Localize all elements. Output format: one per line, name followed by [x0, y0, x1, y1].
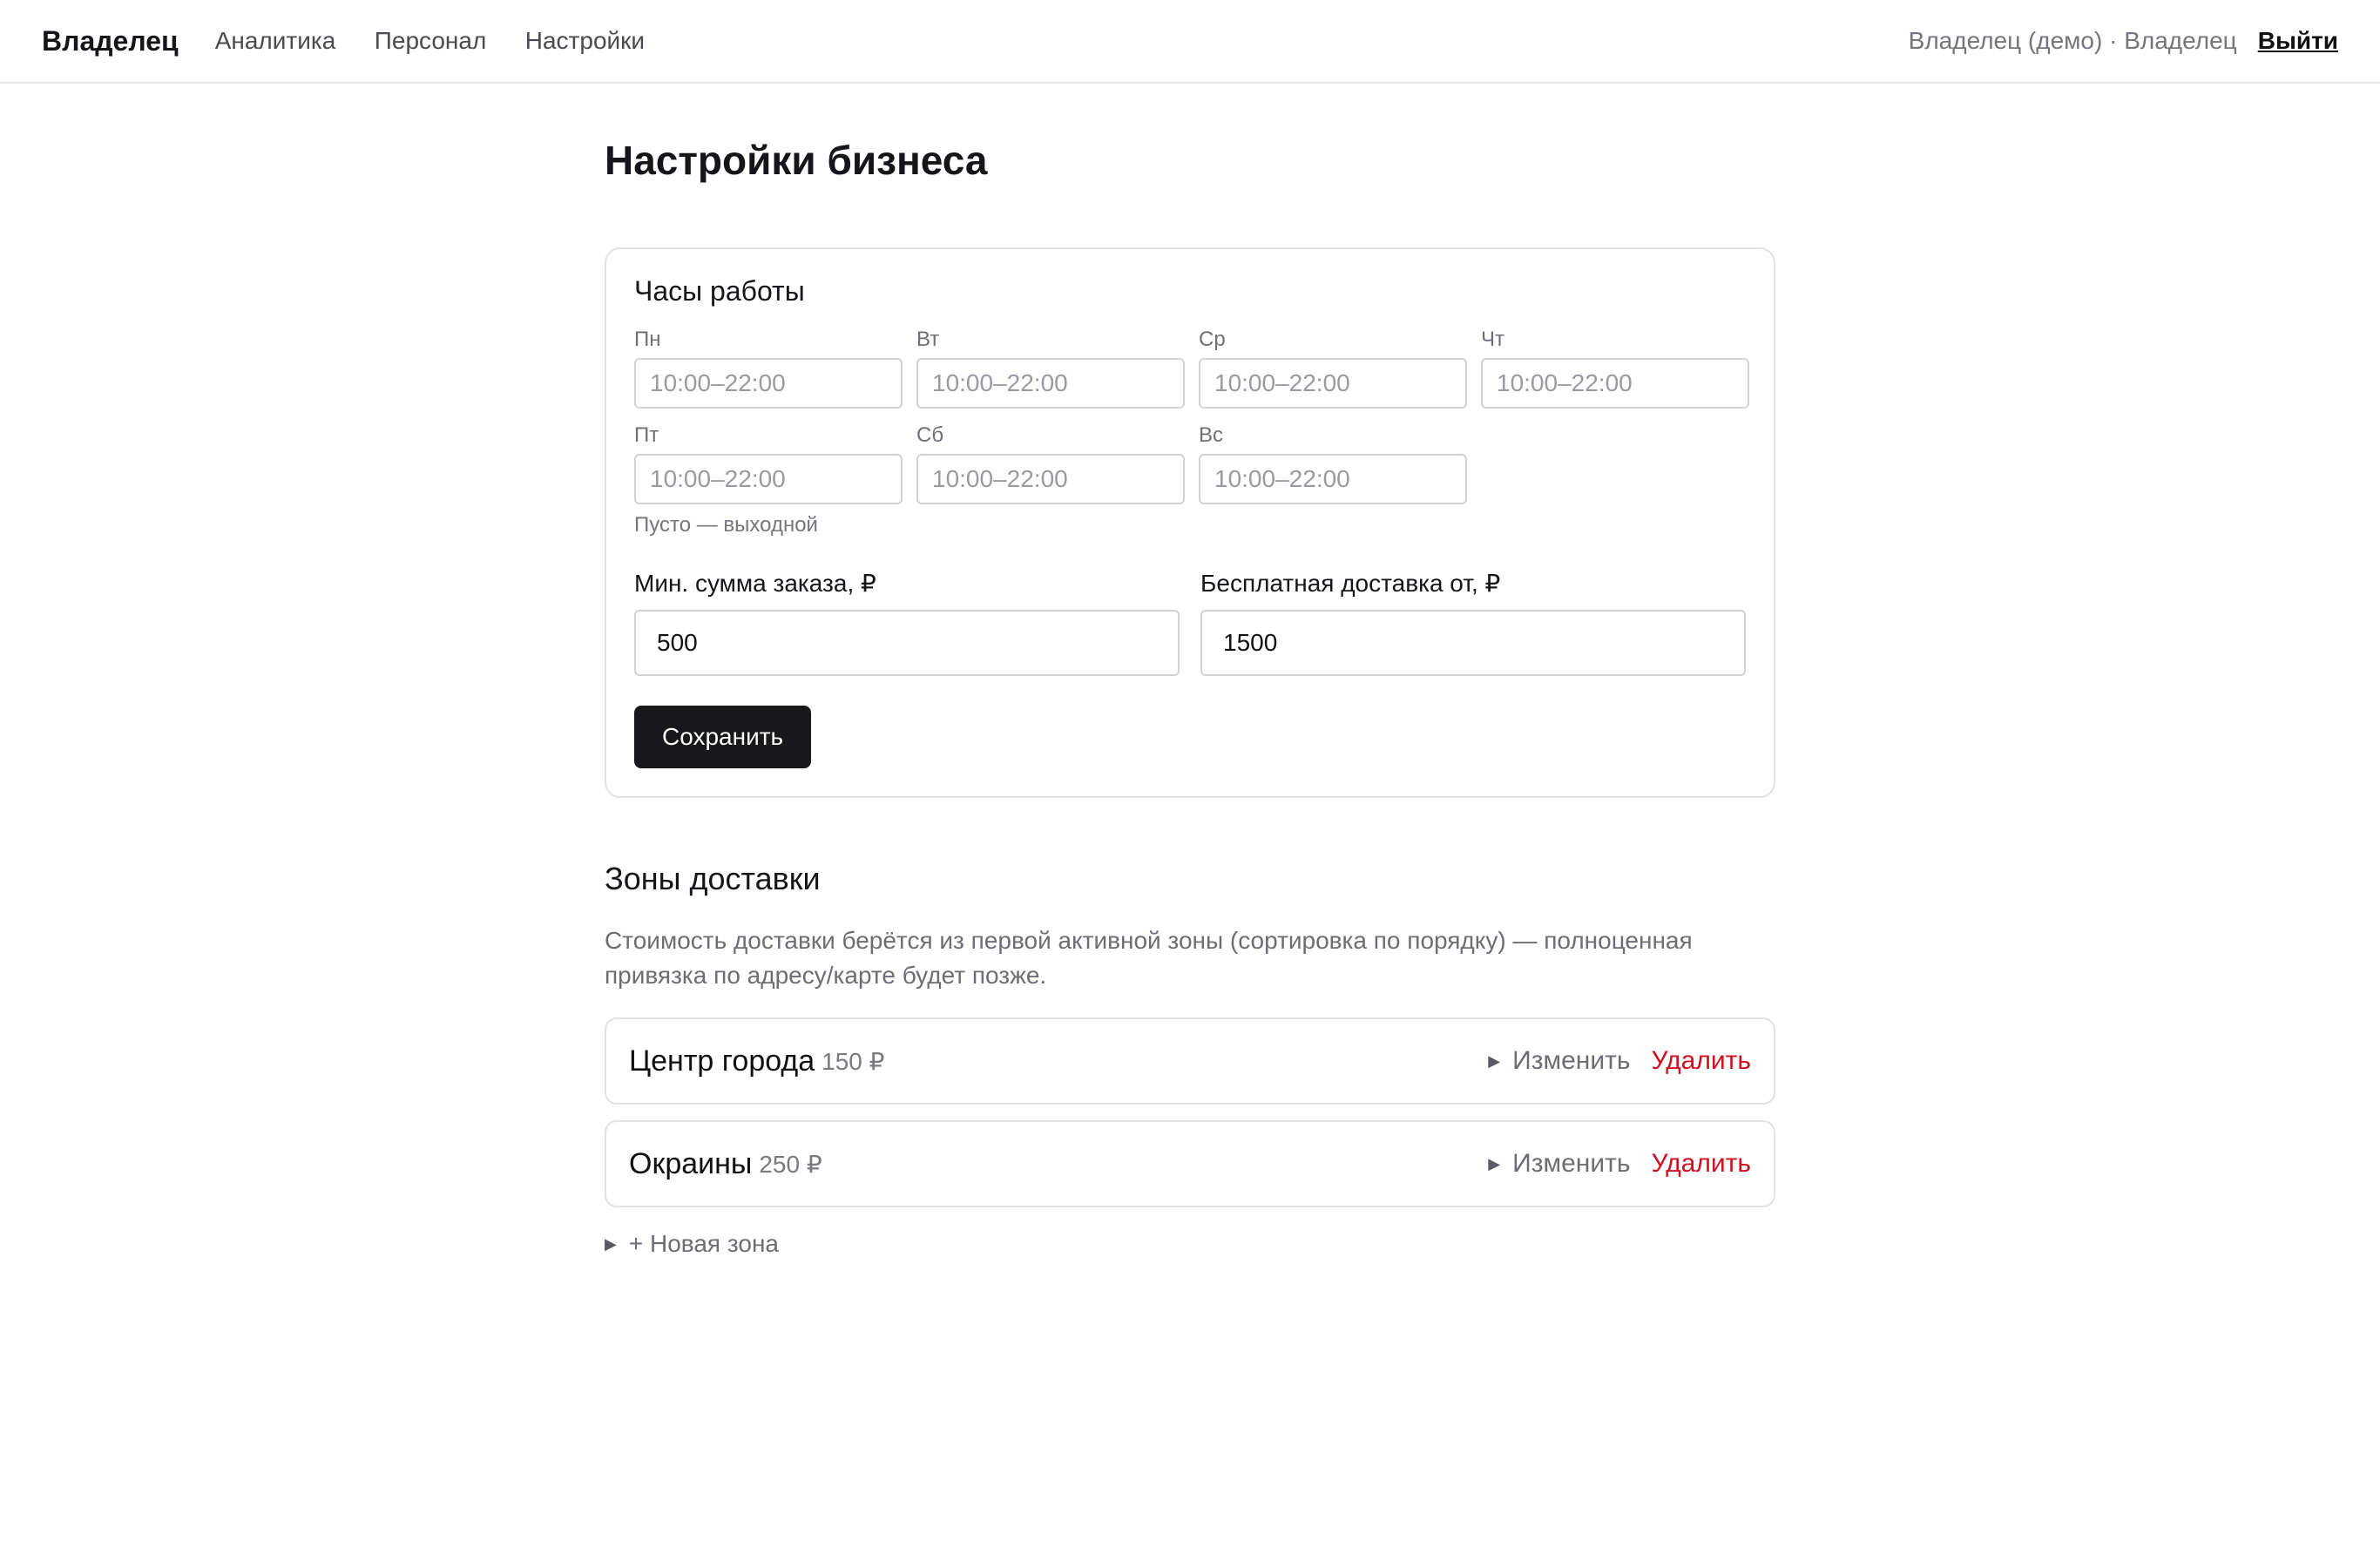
day-field-thu: Чт: [1481, 327, 1749, 409]
triangle-right-icon: ▶: [605, 1234, 617, 1253]
min-order-label: Мин. сумма заказа, ₽: [634, 570, 876, 597]
working-hours-grid: Пн Вт Ср Чт Пт Сб: [634, 327, 1749, 504]
hours-hint: Пусто — выходной: [634, 513, 818, 537]
nav-link-settings[interactable]: Настройки: [525, 27, 645, 54]
min-order-input[interactable]: [634, 610, 1180, 676]
zone-row: Окраины 250 ₽ ▶ Изменить Удалить: [605, 1120, 1775, 1207]
day-label: Чт: [1481, 328, 1504, 351]
hours-input-sat[interactable]: [916, 454, 1185, 504]
zone-delete-link[interactable]: Удалить: [1651, 1046, 1751, 1076]
zone-price: 150 ₽: [822, 1047, 885, 1075]
day-field-fri: Пт: [634, 422, 903, 504]
hours-input-wed[interactable]: [1199, 358, 1467, 409]
hours-input-tue[interactable]: [916, 358, 1185, 409]
day-label: Вс: [1199, 423, 1224, 447]
hours-input-thu[interactable]: [1481, 358, 1749, 409]
order-amounts-row: Мин. сумма заказа, ₽ Бесплатная доставка…: [634, 569, 1746, 676]
logout-link[interactable]: Выйти: [2258, 27, 2338, 55]
zone-name: Окраины: [629, 1146, 753, 1180]
hours-input-mon[interactable]: [634, 358, 903, 409]
zone-delete-link[interactable]: Удалить: [1651, 1149, 1751, 1179]
working-hours-title: Часы работы: [634, 275, 805, 307]
business-settings-card: Часы работы Пн Вт Ср Чт Пт: [605, 247, 1775, 798]
free-delivery-input[interactable]: [1200, 610, 1746, 676]
page-title: Настройки бизнеса: [605, 138, 988, 183]
zone-edit-label: Изменить: [1512, 1046, 1631, 1075]
zone-edit-label: Изменить: [1512, 1149, 1631, 1178]
delivery-zones-title: Зоны доставки: [605, 861, 821, 896]
day-field-mon: Пн: [634, 327, 903, 409]
hours-input-sun[interactable]: [1199, 454, 1467, 504]
nav-link-staff[interactable]: Персонал: [375, 27, 487, 54]
day-label: Пт: [634, 423, 659, 447]
day-field-wed: Ср: [1199, 327, 1467, 409]
user-info: Владелец (демо) · Владелец: [1908, 27, 2237, 54]
day-field-tue: Вт: [916, 327, 1185, 409]
top-navigation-bar: Владелец Аналитика Персонал Настройки Вл…: [0, 0, 2380, 84]
zone-price: 250 ₽: [759, 1150, 822, 1178]
day-label: Ср: [1199, 328, 1226, 351]
nav-link-analytics[interactable]: Аналитика: [215, 27, 336, 54]
new-zone-toggle[interactable]: ▶ + Новая зона: [605, 1230, 1775, 1258]
zone-edit-toggle[interactable]: ▶ Изменить: [1488, 1046, 1630, 1076]
main-nav: Аналитика Персонал Настройки: [215, 27, 680, 55]
settings-page: Настройки бизнеса Часы работы Пн Вт Ср Ч…: [605, 129, 1775, 1258]
save-button[interactable]: Сохранить: [634, 706, 812, 768]
zone-actions: ▶ Изменить Удалить: [1488, 1046, 1751, 1076]
triangle-right-icon: ▶: [1488, 1154, 1501, 1173]
zone-actions: ▶ Изменить Удалить: [1488, 1149, 1751, 1179]
free-delivery-field: Бесплатная доставка от, ₽: [1200, 569, 1746, 676]
delivery-zones-description: Стоимость доставки берётся из первой акт…: [605, 927, 1693, 989]
day-field-sun: Вс: [1199, 422, 1467, 504]
day-label: Сб: [916, 423, 944, 447]
zone-name: Центр города: [629, 1044, 815, 1078]
min-order-field: Мин. сумма заказа, ₽: [634, 569, 1180, 676]
day-field-sat: Сб: [916, 422, 1185, 504]
hours-input-fri[interactable]: [634, 454, 903, 504]
day-label: Пн: [634, 328, 661, 351]
brand-title[interactable]: Владелец: [42, 25, 179, 57]
triangle-right-icon: ▶: [1488, 1051, 1501, 1070]
user-area: Владелец (демо) · Владелец Выйти: [1909, 27, 2338, 55]
new-zone-label: + Новая зона: [628, 1230, 779, 1257]
zone-edit-toggle[interactable]: ▶ Изменить: [1488, 1149, 1630, 1179]
day-label: Вт: [916, 328, 940, 351]
free-delivery-label: Бесплатная доставка от, ₽: [1200, 570, 1501, 597]
zone-row: Центр города 150 ₽ ▶ Изменить Удалить: [605, 1017, 1775, 1105]
